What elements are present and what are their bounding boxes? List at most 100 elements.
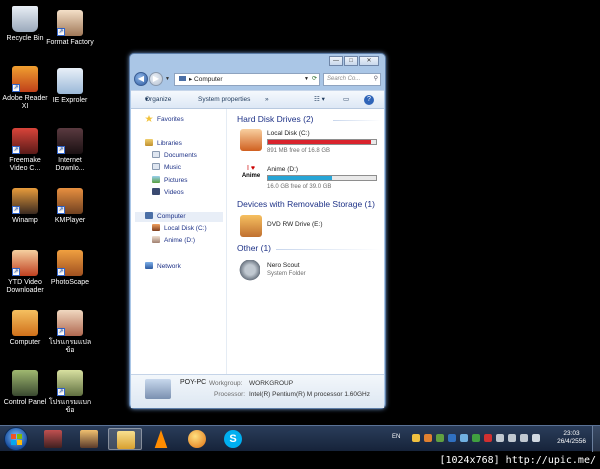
winamp-icon: ↗: [12, 188, 38, 214]
group-divider: [276, 249, 381, 250]
nav-music[interactable]: Music: [152, 163, 181, 173]
command-bar: Organize ▾ System properties » ☷ ▾ ▭ ?: [131, 90, 384, 109]
caption-buttons: — □ ✕: [328, 56, 379, 66]
recent-pages-dropdown-icon[interactable]: ▼: [165, 76, 170, 82]
photoscape-icon: ↗: [57, 250, 83, 276]
tray-icon[interactable]: [460, 434, 468, 442]
content-pane: Hard Disk Drives (2) Local Disk (C:) 891…: [228, 109, 384, 374]
taskbar-app-anime-2[interactable]: [72, 428, 106, 450]
nero-scout-name[interactable]: Nero Scout: [267, 262, 300, 269]
dvd-drive-icon[interactable]: [240, 215, 262, 237]
computer-icon: [145, 212, 153, 219]
tray-icon[interactable]: [484, 434, 492, 442]
drive-d-name[interactable]: Anime (D:): [267, 166, 298, 173]
desktop-icon-winamp[interactable]: ↗ Winamp: [0, 188, 50, 225]
desktop-icon-label: Format Factory: [46, 39, 94, 46]
nav-anime[interactable]: Anime (D:): [152, 236, 195, 246]
desktop-icon-ytd[interactable]: ↗ YTD Video Downloader: [0, 250, 50, 295]
nav-libraries[interactable]: Libraries: [145, 139, 182, 149]
change-view-icon[interactable]: ☷ ▾: [314, 91, 325, 109]
language-indicator[interactable]: EN: [392, 434, 400, 440]
drive-c-name[interactable]: Local Disk (C:): [267, 130, 310, 137]
desktop-icon-control-panel[interactable]: Control Panel: [0, 370, 50, 407]
taskbar-media-player[interactable]: [180, 428, 214, 450]
address-text: Computer: [194, 75, 223, 83]
taskbar-windows-explorer[interactable]: [108, 428, 142, 450]
show-desktop-button[interactable]: [592, 426, 600, 452]
forward-button[interactable]: ▶: [149, 72, 163, 86]
nav-network[interactable]: Network: [145, 262, 181, 272]
local-disk-c-icon[interactable]: [240, 129, 262, 151]
tray-icon[interactable]: [436, 434, 444, 442]
anime-drive-icon[interactable]: I ♥ Anime: [240, 165, 262, 187]
documents-icon: [152, 151, 160, 158]
network-icon: [145, 262, 153, 269]
desktop-icon-ie[interactable]: IE Exproler: [45, 68, 95, 105]
drive-d-free-space: 16.0 GB free of 39.0 GB: [267, 184, 332, 190]
dvd-drive-name[interactable]: DVD RW Drive (E:): [267, 221, 323, 228]
tray-icon[interactable]: [472, 434, 480, 442]
processor-label: Processor:: [214, 391, 246, 398]
desktop-icon-thai-2[interactable]: ↗ โปรแกรมแบก ข้อ: [45, 370, 95, 415]
desktop-icon-idm[interactable]: ↗ Internet Downlo...: [45, 128, 95, 173]
nav-favorites[interactable]: Favorites: [145, 115, 184, 125]
nav-computer[interactable]: Computer: [135, 212, 223, 222]
group-other[interactable]: Other (1): [237, 243, 271, 253]
desktop-icon-photoscape[interactable]: ↗ PhotoScape: [45, 250, 95, 287]
tray-icon[interactable]: [424, 434, 432, 442]
drive-d-usage-bar: [267, 175, 377, 181]
system-properties-button[interactable]: System properties: [198, 91, 250, 109]
nav-videos[interactable]: Videos: [152, 188, 184, 198]
skype-icon: S: [224, 430, 242, 448]
nero-scout-icon[interactable]: [238, 260, 260, 282]
desktop-icon-label: โปรแกรมแปล ข้อ: [48, 339, 92, 354]
tray-icon[interactable]: [412, 434, 420, 442]
folder-icon: [117, 431, 135, 449]
nero-scout-type: System Folder: [267, 271, 306, 277]
taskbar-vlc[interactable]: [144, 428, 178, 450]
address-bar[interactable]: ▸ Computer ▼ ⟳: [173, 72, 320, 86]
group-removable-storage[interactable]: Devices with Removable Storage (1): [237, 199, 375, 209]
network-tray-icon[interactable]: [508, 434, 516, 442]
desktop-icon-kmplayer[interactable]: ↗ KMPlayer: [45, 188, 95, 225]
volume-icon[interactable]: [520, 434, 528, 442]
desktop-icon-freemake[interactable]: ↗ Freemake Video C...: [0, 128, 50, 173]
taskbar-app-anime-1[interactable]: [36, 428, 70, 450]
taskbar-skype[interactable]: S: [216, 428, 250, 450]
nav-pictures[interactable]: Pictures: [152, 176, 187, 186]
desktop-icon-thai-1[interactable]: ↗ โปรแกรมแปล ข้อ: [45, 310, 95, 355]
nav-local-disk[interactable]: Local Disk (C:): [152, 224, 207, 234]
group-hard-disk-drives[interactable]: Hard Disk Drives (2): [237, 114, 314, 124]
tray-icon[interactable]: [448, 434, 456, 442]
address-dropdown-icon[interactable]: ▼: [304, 74, 309, 85]
app-icon: [44, 430, 62, 448]
start-button[interactable]: [4, 427, 28, 451]
more-commands-button[interactable]: »: [265, 91, 269, 109]
preview-pane-icon[interactable]: ▭: [343, 91, 349, 109]
desktop-icon-recycle-bin[interactable]: Recycle Bin: [0, 6, 50, 43]
back-button[interactable]: ◀: [134, 72, 148, 86]
search-input[interactable]: Search Co... ⚲: [323, 72, 381, 86]
ytd-icon: ↗: [12, 250, 38, 276]
maximize-button[interactable]: □: [344, 56, 358, 66]
clock-date: 26/4/2556: [557, 438, 586, 445]
desktop-icon-computer[interactable]: Computer: [0, 310, 50, 347]
app-icon: [80, 430, 98, 448]
desktop-icon-format-factory[interactable]: ↗ Format Factory: [45, 10, 95, 47]
organize-button[interactable]: Organize ▾: [145, 91, 171, 109]
desktop-icon-label: Recycle Bin: [6, 35, 44, 42]
computer-small-icon: [178, 75, 186, 81]
close-button[interactable]: ✕: [359, 56, 379, 66]
watermark: [1024x768] http://upic.me/: [439, 455, 596, 466]
star-icon: [145, 115, 153, 122]
notification-area: EN 23:03 26/4/2556: [388, 426, 600, 452]
help-icon[interactable]: ?: [364, 95, 374, 105]
desktop-icon-adobe-reader[interactable]: ↗ Adobe Reader XI: [0, 66, 50, 111]
refresh-icon[interactable]: ⟳: [312, 74, 317, 85]
minimize-button[interactable]: —: [329, 56, 343, 66]
nav-documents[interactable]: Documents: [152, 151, 197, 161]
tray-icon[interactable]: [532, 434, 540, 442]
drive-c-usage-bar: [267, 139, 377, 145]
tray-icon[interactable]: [496, 434, 504, 442]
clock[interactable]: 23:03 26/4/2556: [557, 430, 586, 446]
